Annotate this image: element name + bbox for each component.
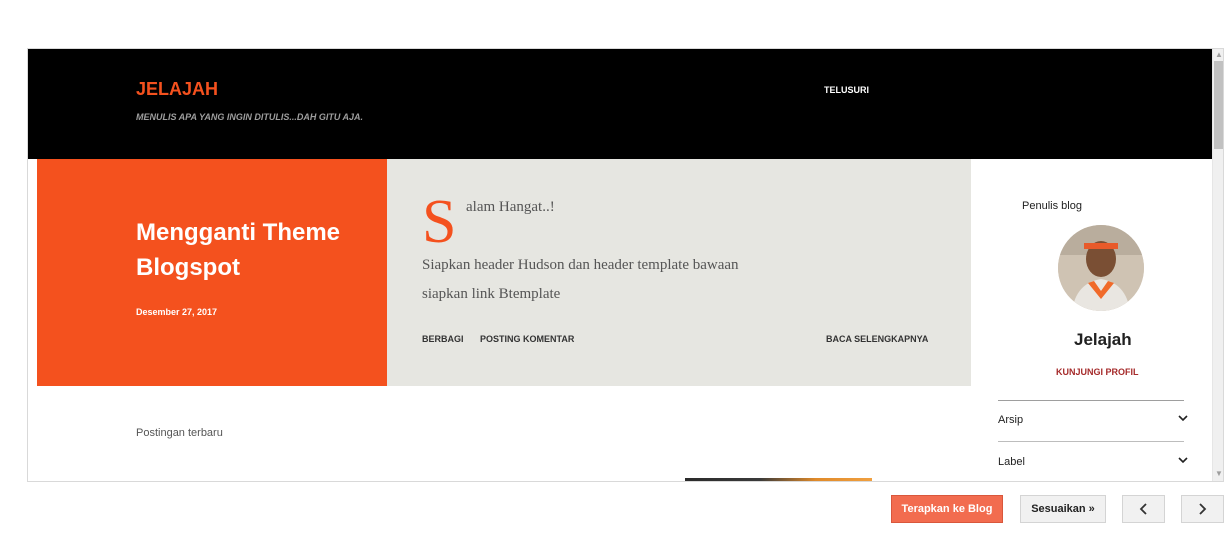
vertical-scrollbar[interactable]: ▲ ▼	[1212, 49, 1223, 481]
blog-header: JELAJAH MENULIS APA YANG INGIN DITULIS..…	[28, 49, 1212, 159]
author-avatar[interactable]	[1058, 225, 1144, 311]
dropcap-letter: S	[422, 188, 457, 256]
divider	[998, 441, 1184, 442]
archive-toggle[interactable]: Arsip	[998, 414, 1023, 426]
previous-button[interactable]	[1122, 495, 1165, 523]
avatar-photo-icon	[1058, 225, 1144, 311]
blog-tagline: MENULIS APA YANG INGIN DITULIS...DAH GIT…	[136, 112, 364, 122]
post-snippet-line: siapkan link Btemplate	[422, 286, 561, 302]
label-toggle[interactable]: Label	[998, 456, 1025, 468]
customize-button[interactable]: Sesuaikan »	[1020, 495, 1106, 523]
author-section-heading: Penulis blog	[1022, 200, 1082, 212]
recent-posts-heading: Postingan terbaru	[136, 427, 223, 439]
next-button[interactable]	[1181, 495, 1224, 523]
post-date[interactable]: Desember 27, 2017	[136, 307, 217, 317]
post-title-panel: Mengganti Theme Blogspot Desember 27, 20…	[37, 159, 387, 386]
nav-telusuri[interactable]: TELUSURI	[824, 85, 869, 95]
blog-title[interactable]: JELAJAH	[136, 79, 218, 100]
author-name[interactable]: Jelajah	[1074, 330, 1132, 350]
share-button[interactable]: BERBAGI	[422, 334, 464, 344]
chevron-left-icon	[1139, 503, 1147, 515]
apply-to-blog-button[interactable]: Terapkan ke Blog	[891, 495, 1003, 523]
scroll-down-arrow-icon[interactable]: ▼	[1215, 469, 1223, 478]
recent-post-thumbnail[interactable]	[685, 478, 872, 481]
post-title[interactable]: Mengganti Theme Blogspot	[136, 215, 356, 285]
chevron-down-icon[interactable]	[1178, 455, 1188, 465]
divider	[998, 400, 1184, 401]
post-snippet-panel: S alam Hangat..! Siapkan header Hudson d…	[387, 159, 971, 386]
post-snippet-line: Siapkan header Hudson dan header templat…	[422, 257, 739, 273]
visit-profile-link[interactable]: KUNJUNGI PROFIL	[1056, 367, 1139, 377]
scrollbar-thumb[interactable]	[1214, 61, 1223, 149]
blog-preview-frame: JELAJAH MENULIS APA YANG INGIN DITULIS..…	[27, 48, 1224, 482]
post-snippet-first-line: alam Hangat..!	[466, 199, 555, 215]
read-more-link[interactable]: BACA SELENGKAPNYA	[826, 334, 928, 344]
scroll-up-arrow-icon[interactable]: ▲	[1215, 50, 1223, 59]
chevron-right-icon	[1199, 503, 1207, 515]
post-comment-link[interactable]: POSTING KOMENTAR	[480, 334, 574, 344]
chevron-down-icon[interactable]	[1178, 413, 1188, 423]
